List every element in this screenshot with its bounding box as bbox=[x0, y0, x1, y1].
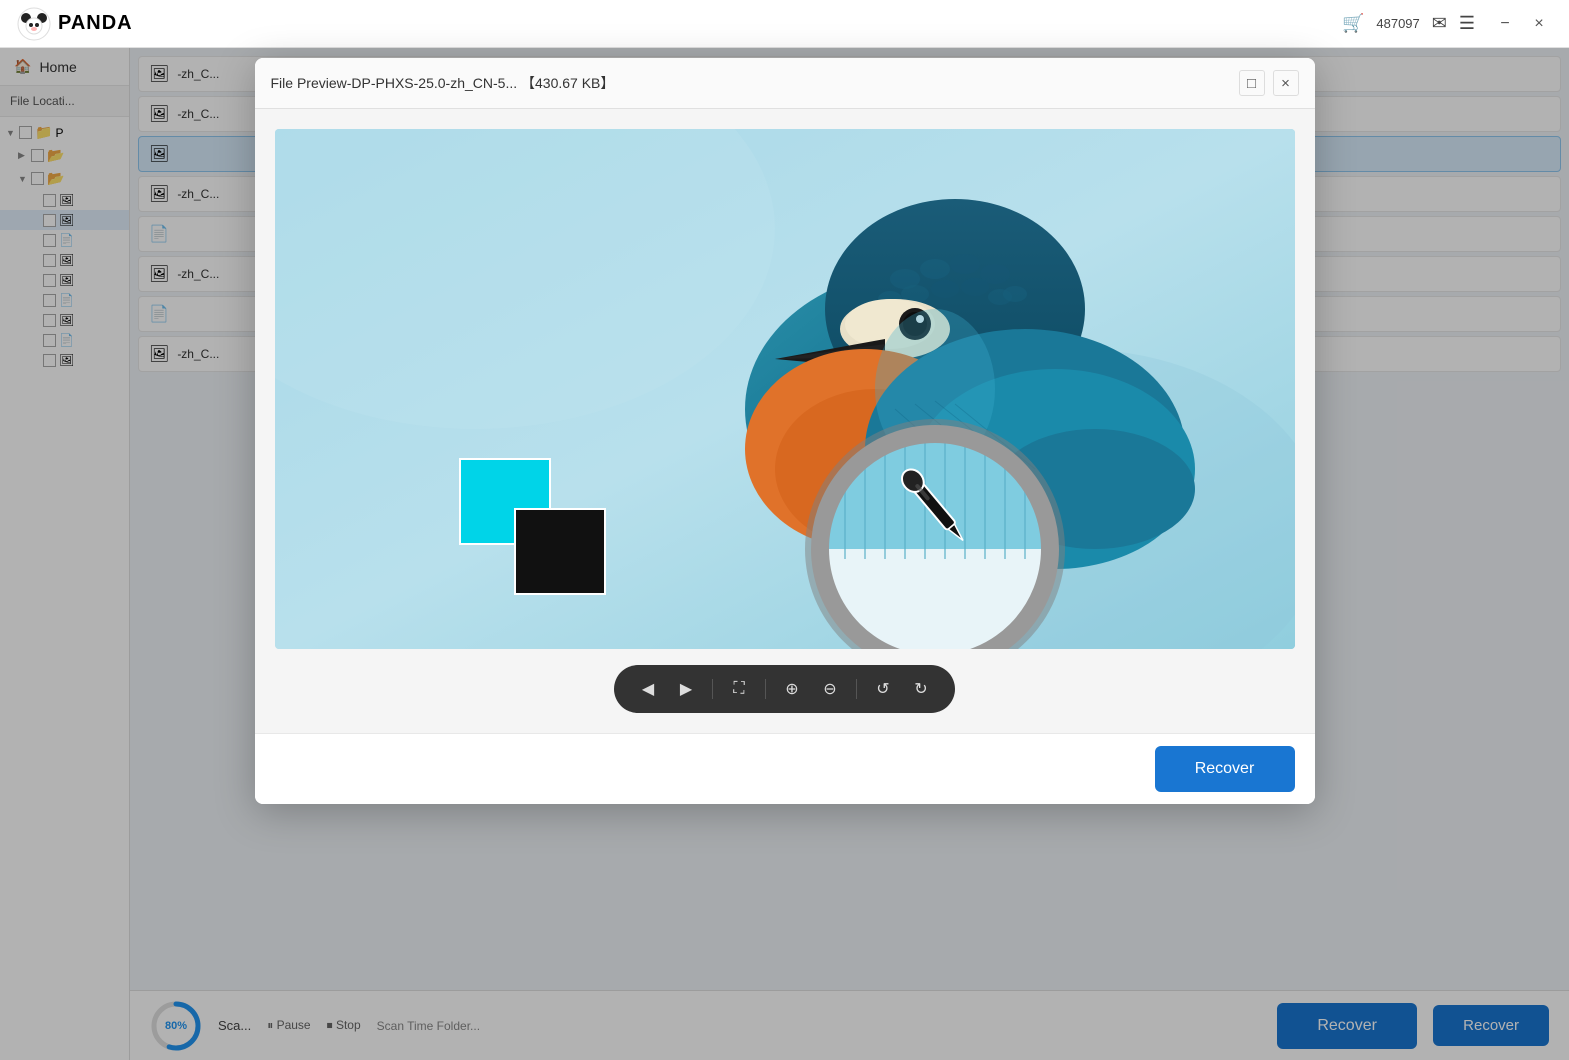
fullscreen-icon: ⛶ bbox=[733, 680, 744, 698]
modal-title: File Preview-DP-PHXS-25.0-zh_CN-5... 【43… bbox=[271, 73, 1239, 93]
image-toolbar: ◀ ▶ ⛶ ⊕ ⊖ bbox=[614, 665, 955, 713]
titlebar-right: 🛒 487097 ✉ ☰ bbox=[1342, 13, 1475, 34]
modal-controls: □ × bbox=[1239, 70, 1299, 96]
rotate-left-icon: ↺ bbox=[876, 679, 889, 699]
user-id-label: 487097 bbox=[1376, 16, 1419, 31]
app-window: PANDA 🛒 487097 ✉ ☰ − × 🏠 Home File Locat… bbox=[0, 0, 1569, 1060]
panda-icon bbox=[16, 6, 52, 42]
prev-icon: ◀ bbox=[642, 679, 654, 699]
zoom-in-icon: ⊕ bbox=[785, 679, 798, 699]
mail-icon: ✉ bbox=[1432, 13, 1447, 34]
toolbar-divider bbox=[712, 679, 713, 699]
rotate-right-icon: ↻ bbox=[914, 679, 927, 699]
close-window-button[interactable]: × bbox=[1525, 10, 1553, 38]
title-bar: PANDA 🛒 487097 ✉ ☰ − × bbox=[0, 0, 1569, 48]
window-controls: − × bbox=[1491, 10, 1553, 38]
cart-icon: 🛒 bbox=[1342, 13, 1364, 34]
zoom-in-button[interactable]: ⊕ bbox=[776, 673, 808, 705]
modal-body: ◀ ▶ ⛶ ⊕ ⊖ bbox=[255, 109, 1315, 733]
file-preview-modal: File Preview-DP-PHXS-25.0-zh_CN-5... 【43… bbox=[255, 58, 1315, 804]
app-name-label: PANDA bbox=[58, 12, 133, 35]
modal-recover-button[interactable]: Recover bbox=[1155, 746, 1295, 792]
modal-maximize-button[interactable]: □ bbox=[1239, 70, 1265, 96]
next-button[interactable]: ▶ bbox=[670, 673, 702, 705]
minimize-button[interactable]: − bbox=[1491, 10, 1519, 38]
prev-button[interactable]: ◀ bbox=[632, 673, 664, 705]
rotate-right-button[interactable]: ↻ bbox=[905, 673, 937, 705]
rotate-left-button[interactable]: ↺ bbox=[867, 673, 899, 705]
app-logo: PANDA bbox=[16, 6, 133, 42]
modal-close-button[interactable]: × bbox=[1273, 70, 1299, 96]
zoom-out-button[interactable]: ⊖ bbox=[814, 673, 846, 705]
next-icon: ▶ bbox=[680, 679, 692, 699]
bird-svg bbox=[275, 129, 1295, 649]
toolbar-divider bbox=[856, 679, 857, 699]
toolbar-divider bbox=[765, 679, 766, 699]
modal-overlay: File Preview-DP-PHXS-25.0-zh_CN-5... 【43… bbox=[0, 48, 1569, 1060]
image-preview bbox=[275, 129, 1295, 649]
fullscreen-button[interactable]: ⛶ bbox=[723, 673, 755, 705]
menu-icon: ☰ bbox=[1459, 13, 1475, 34]
modal-titlebar: File Preview-DP-PHXS-25.0-zh_CN-5... 【43… bbox=[255, 58, 1315, 109]
modal-footer: Recover bbox=[255, 733, 1315, 804]
zoom-out-icon: ⊖ bbox=[823, 679, 836, 699]
